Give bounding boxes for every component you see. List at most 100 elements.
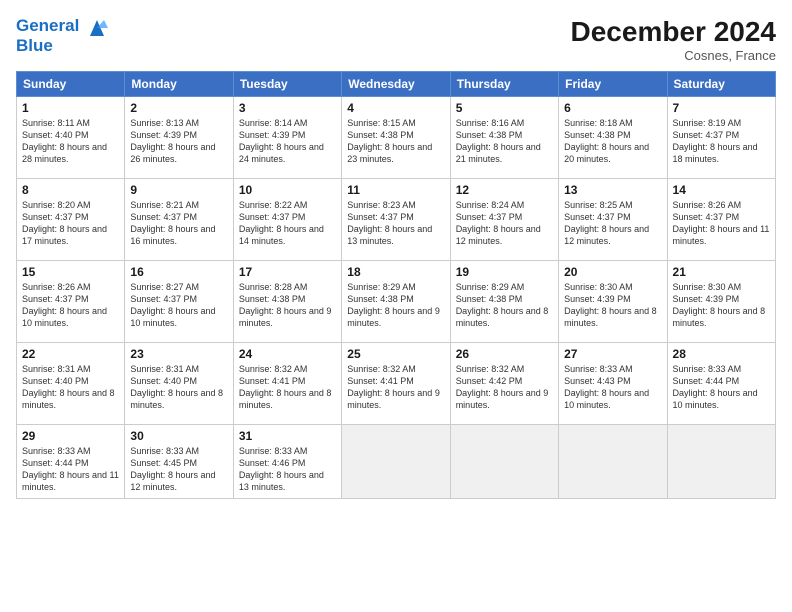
day-cell-25: 25 Sunrise: 8:32 AMSunset: 4:41 PMDayligh… [342,343,450,425]
day-info: Sunrise: 8:27 AMSunset: 4:37 PMDaylight:… [130,281,227,330]
day-cell-10: 10Sunrise: 8:22 AMSunset: 4:37 PMDayligh… [233,179,341,261]
day-info: Sunrise: 8:33 AMSunset: 4:45 PMDaylight:… [130,445,227,494]
day-cell-27: 27Sunrise: 8:33 AMSunset: 4:43 PMDayligh… [559,343,667,425]
day-info: Sunrise: 8:30 AMSunset: 4:39 PMDaylight:… [673,281,770,330]
day-number: 20 [564,265,661,279]
day-number: 19 [456,265,553,279]
day-cell-16: 16 Sunrise: 8:27 AMSunset: 4:37 PMDayligh… [125,261,233,343]
day-info: Sunrise: 8:19 AMSunset: 4:37 PMDaylight:… [673,117,770,166]
day-info: Sunrise: 8:21 AMSunset: 4:37 PMDaylight:… [130,199,227,248]
day-info: Sunrise: 8:25 AMSunset: 4:37 PMDaylight:… [564,199,661,248]
day-cell-12: 12 Sunrise: 8:24 AMSunset: 4:37 PMDayligh… [450,179,558,261]
col-header-thursday: Thursday [450,72,558,97]
day-number: 1 [22,101,119,115]
empty-cell [667,425,775,499]
day-info: Sunrise: 8:29 AMSunset: 4:38 PMDaylight:… [347,281,444,330]
col-header-tuesday: Tuesday [233,72,341,97]
col-header-monday: Monday [125,72,233,97]
day-number: 5 [456,101,553,115]
day-cell-5: 5Sunrise: 8:16 AMSunset: 4:38 PMDaylight… [450,97,558,179]
day-number: 13 [564,183,661,197]
day-info: Sunrise: 8:23 AMSunset: 4:37 PMDaylight:… [347,199,444,248]
day-number: 21 [673,265,770,279]
day-cell-3: 3 Sunrise: 8:14 AMSunset: 4:39 PMDaylight… [233,97,341,179]
day-number: 12 [456,183,553,197]
week-row-2: 8 Sunrise: 8:20 AMSunset: 4:37 PMDaylight… [17,179,776,261]
day-number: 11 [347,183,444,197]
day-info: Sunrise: 8:33 AMSunset: 4:44 PMDaylight:… [673,363,770,412]
day-number: 8 [22,183,119,197]
day-number: 14 [673,183,770,197]
day-info: Sunrise: 8:20 AMSunset: 4:37 PMDaylight:… [22,199,119,248]
day-cell-7: 7 Sunrise: 8:19 AMSunset: 4:37 PMDaylight… [667,97,775,179]
day-number: 26 [456,347,553,361]
day-info: Sunrise: 8:14 AMSunset: 4:39 PMDaylight:… [239,117,336,166]
day-number: 25 [347,347,444,361]
day-number: 3 [239,101,336,115]
day-cell-15: 15 Sunrise: 8:26 AMSunset: 4:37 PMDayligh… [17,261,125,343]
day-info: Sunrise: 8:24 AMSunset: 4:37 PMDaylight:… [456,199,553,248]
day-info: Sunrise: 8:32 AMSunset: 4:42 PMDaylight:… [456,363,553,412]
title-block: December 2024 Cosnes, France [571,16,776,63]
day-cell-24: 24 Sunrise: 8:32 AMSunset: 4:41 PMDayligh… [233,343,341,425]
logo-text: General [16,16,108,36]
day-cell-4: 4 Sunrise: 8:15 AMSunset: 4:38 PMDaylight… [342,97,450,179]
day-number: 24 [239,347,336,361]
day-number: 7 [673,101,770,115]
day-number: 6 [564,101,661,115]
day-cell-1: 1 Sunrise: 8:11 AMSunset: 4:40 PMDaylight… [17,97,125,179]
logo: General Blue [16,16,108,55]
day-cell-30: 30 Sunrise: 8:33 AMSunset: 4:45 PMDayligh… [125,425,233,499]
day-cell-20: 20 Sunrise: 8:30 AMSunset: 4:39 PMDayligh… [559,261,667,343]
day-info: Sunrise: 8:15 AMSunset: 4:38 PMDaylight:… [347,117,444,166]
day-number: 9 [130,183,227,197]
day-cell-14: 14 Sunrise: 8:26 AMSunset: 4:37 PMDayligh… [667,179,775,261]
day-number: 4 [347,101,444,115]
day-cell-26: 26 Sunrise: 8:32 AMSunset: 4:42 PMDayligh… [450,343,558,425]
day-number: 23 [130,347,227,361]
day-info: Sunrise: 8:33 AMSunset: 4:43 PMDaylight:… [564,363,661,412]
day-info: Sunrise: 8:26 AMSunset: 4:37 PMDaylight:… [22,281,119,330]
day-cell-28: 28 Sunrise: 8:33 AMSunset: 4:44 PMDayligh… [667,343,775,425]
day-cell-21: 21 Sunrise: 8:30 AMSunset: 4:39 PMDayligh… [667,261,775,343]
day-info: Sunrise: 8:32 AMSunset: 4:41 PMDaylight:… [347,363,444,412]
week-row-5: 29Sunrise: 8:33 AMSunset: 4:44 PMDayligh… [17,425,776,499]
day-number: 15 [22,265,119,279]
day-number: 29 [22,429,119,443]
day-cell-11: 11 Sunrise: 8:23 AMSunset: 4:37 PMDayligh… [342,179,450,261]
col-header-saturday: Saturday [667,72,775,97]
empty-cell [450,425,558,499]
day-info: Sunrise: 8:11 AMSunset: 4:40 PMDaylight:… [22,117,119,166]
day-info: Sunrise: 8:28 AMSunset: 4:38 PMDaylight:… [239,281,336,330]
day-number: 17 [239,265,336,279]
day-number: 28 [673,347,770,361]
day-number: 16 [130,265,227,279]
day-number: 2 [130,101,227,115]
day-info: Sunrise: 8:31 AMSunset: 4:40 PMDaylight:… [22,363,119,412]
header: General Blue December 2024 Cosnes, Franc… [16,16,776,63]
week-row-1: 1 Sunrise: 8:11 AMSunset: 4:40 PMDaylight… [17,97,776,179]
logo-icon [86,18,108,36]
day-info: Sunrise: 8:30 AMSunset: 4:39 PMDaylight:… [564,281,661,330]
day-info: Sunrise: 8:31 AMSunset: 4:40 PMDaylight:… [130,363,227,412]
calendar-table: SundayMondayTuesdayWednesdayThursdayFrid… [16,71,776,499]
day-cell-23: 23 Sunrise: 8:31 AMSunset: 4:40 PMDayligh… [125,343,233,425]
week-row-3: 15 Sunrise: 8:26 AMSunset: 4:37 PMDayligh… [17,261,776,343]
day-number: 30 [130,429,227,443]
month-title: December 2024 [571,16,776,48]
day-cell-13: 13 Sunrise: 8:25 AMSunset: 4:37 PMDayligh… [559,179,667,261]
day-number: 31 [239,429,336,443]
day-cell-2: 2 Sunrise: 8:13 AMSunset: 4:39 PMDaylight… [125,97,233,179]
page: General Blue December 2024 Cosnes, Franc… [0,0,792,612]
day-number: 18 [347,265,444,279]
day-info: Sunrise: 8:29 AMSunset: 4:38 PMDaylight:… [456,281,553,330]
day-cell-18: 18 Sunrise: 8:29 AMSunset: 4:38 PMDayligh… [342,261,450,343]
day-info: Sunrise: 8:26 AMSunset: 4:37 PMDaylight:… [673,199,770,248]
day-info: Sunrise: 8:33 AMSunset: 4:46 PMDaylight:… [239,445,336,494]
col-header-sunday: Sunday [17,72,125,97]
calendar-header-row: SundayMondayTuesdayWednesdayThursdayFrid… [17,72,776,97]
week-row-4: 22Sunrise: 8:31 AMSunset: 4:40 PMDayligh… [17,343,776,425]
day-info: Sunrise: 8:13 AMSunset: 4:39 PMDaylight:… [130,117,227,166]
day-cell-17: 17 Sunrise: 8:28 AMSunset: 4:38 PMDayligh… [233,261,341,343]
day-info: Sunrise: 8:32 AMSunset: 4:41 PMDaylight:… [239,363,336,412]
